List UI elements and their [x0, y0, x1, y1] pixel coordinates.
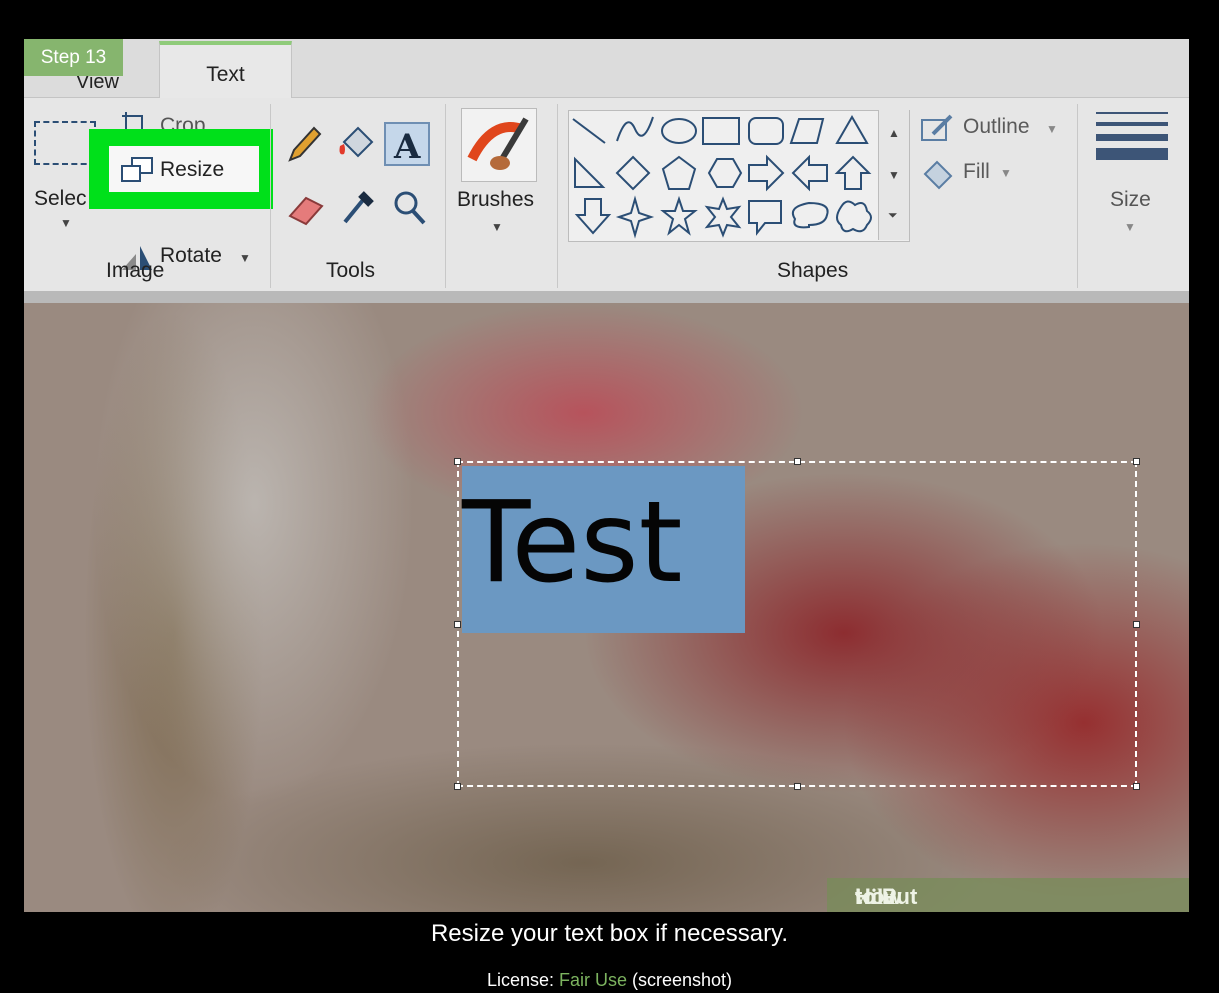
curve-shape-icon [616, 116, 654, 142]
left-arrow-shape-icon [791, 154, 828, 192]
resize-handle-right[interactable] [1133, 621, 1140, 628]
size-line-icon [1096, 134, 1168, 141]
resize-handle-bottom[interactable] [794, 783, 801, 790]
down-arrow-shape-icon [574, 198, 612, 235]
magnifier-icon[interactable] [390, 188, 428, 228]
image-group-label: Image [106, 259, 165, 282]
fill-label[interactable]: Fill [963, 160, 990, 184]
step-caption: Resize your text box if necessary. [430, 920, 789, 947]
scroll-up-icon[interactable]: ▲ [888, 126, 900, 140]
rounded-rectangle-shape-icon [748, 117, 784, 145]
license-label: License: [486, 970, 559, 990]
triangle-shape-icon [835, 114, 869, 144]
size-dropdown-icon: ▼ [1124, 220, 1136, 234]
shapes-scrollbar[interactable]: ▲ ▼ ⏷ [878, 110, 909, 240]
text-box-selection[interactable] [457, 461, 1137, 787]
license-line: License: Fair Use (screenshot) [0, 970, 1219, 991]
select-icon[interactable] [34, 121, 96, 165]
text-tool-icon: A [393, 127, 421, 167]
outline-icon[interactable] [919, 112, 957, 144]
four-point-star-shape-icon [615, 195, 655, 239]
oval-shape-icon [661, 118, 697, 144]
line-shape-icon [572, 118, 606, 144]
shapes-gallery[interactable] [568, 110, 910, 242]
resize-handle-left[interactable] [454, 621, 461, 628]
outline-label[interactable]: Outline [963, 115, 1030, 139]
screenshot-frame: View Text Step 13 Selec ▼ Crop Resize Ro… [24, 39, 1189, 912]
more-shapes-icon[interactable]: ⏷ [888, 208, 898, 223]
color-picker-icon[interactable] [339, 186, 379, 228]
rectangle-shape-icon [702, 117, 740, 145]
license-suffix: (screenshot) [627, 970, 733, 990]
separator [445, 104, 446, 288]
ribbon: Selec ▼ Crop Resize Rotate ▼ Image A Too… [24, 98, 1189, 291]
rotate-dropdown-icon[interactable]: ▼ [239, 251, 251, 265]
resize-handle-top[interactable] [794, 458, 801, 465]
separator [557, 104, 558, 288]
resize-icon [121, 157, 153, 182]
pencil-icon[interactable] [284, 122, 324, 166]
paint-canvas[interactable]: Test wikiHow to Put Text on Pictures [24, 303, 1189, 912]
right-arrow-shape-icon [748, 154, 785, 192]
size-label: Size [1110, 188, 1151, 211]
oval-callout-shape-icon [791, 201, 829, 229]
select-dropdown-icon[interactable]: ▼ [60, 216, 72, 230]
ribbon-bottom-edge [24, 291, 1189, 303]
right-triangle-shape-icon [574, 156, 606, 188]
fill-bucket-icon[interactable] [336, 120, 378, 164]
pentagon-shape-icon [661, 155, 697, 190]
rect-callout-shape-icon [748, 200, 782, 236]
polygon-shape-icon [789, 118, 825, 144]
text-tool-button[interactable]: A [384, 122, 430, 167]
brushes-button[interactable] [461, 108, 537, 182]
scroll-down-icon[interactable]: ▼ [888, 168, 900, 182]
eraser-icon[interactable] [286, 190, 328, 228]
size-line-icon [1096, 122, 1168, 126]
license-link[interactable]: Fair Use [559, 970, 627, 990]
cloud-callout-shape-icon [836, 200, 872, 233]
separator [1077, 104, 1078, 288]
step-badge: Step 13 [24, 39, 123, 76]
resize-handle-bottom-right[interactable] [1133, 783, 1140, 790]
resize-handle-bottom-left[interactable] [454, 783, 461, 790]
resize-handle-top-right[interactable] [1133, 458, 1140, 465]
tools-group-label: Tools [326, 259, 376, 282]
shapes-gallery-icons [572, 114, 872, 239]
wikihow-watermark: wikiHow to Put Text on Pictures [827, 878, 1189, 912]
diamond-shape-icon [615, 155, 651, 191]
size-line-icon [1096, 112, 1168, 114]
outline-dropdown-icon[interactable]: ▼ [1046, 122, 1058, 136]
brushes-dropdown-icon[interactable]: ▼ [491, 220, 503, 234]
tab-text-label: Text [206, 63, 245, 86]
separator [270, 104, 271, 288]
fill-icon[interactable] [919, 154, 957, 190]
resize-button[interactable]: Resize [109, 146, 259, 192]
resize-label: Resize [160, 158, 225, 181]
six-point-star-shape-icon [704, 196, 742, 238]
tab-text[interactable]: Text [159, 41, 292, 98]
watermark-title: to Put Text on Pictures [855, 884, 932, 912]
resize-handle-top-left[interactable] [454, 458, 461, 465]
svg-text:A: A [393, 127, 421, 166]
brushes-label[interactable]: Brushes [457, 188, 534, 212]
hexagon-shape-icon [707, 158, 743, 188]
up-arrow-shape-icon [834, 155, 872, 190]
fill-dropdown-icon[interactable]: ▼ [1000, 166, 1012, 180]
shapes-group-label: Shapes [777, 259, 849, 282]
ribbon-tab-row: View Text Step 13 [24, 39, 1189, 98]
size-line-icon [1096, 148, 1168, 160]
select-label[interactable]: Selec [34, 187, 87, 211]
rotate-label[interactable]: Rotate [160, 244, 222, 268]
five-point-star-shape-icon [660, 195, 698, 236]
brush-icon [467, 117, 529, 170]
